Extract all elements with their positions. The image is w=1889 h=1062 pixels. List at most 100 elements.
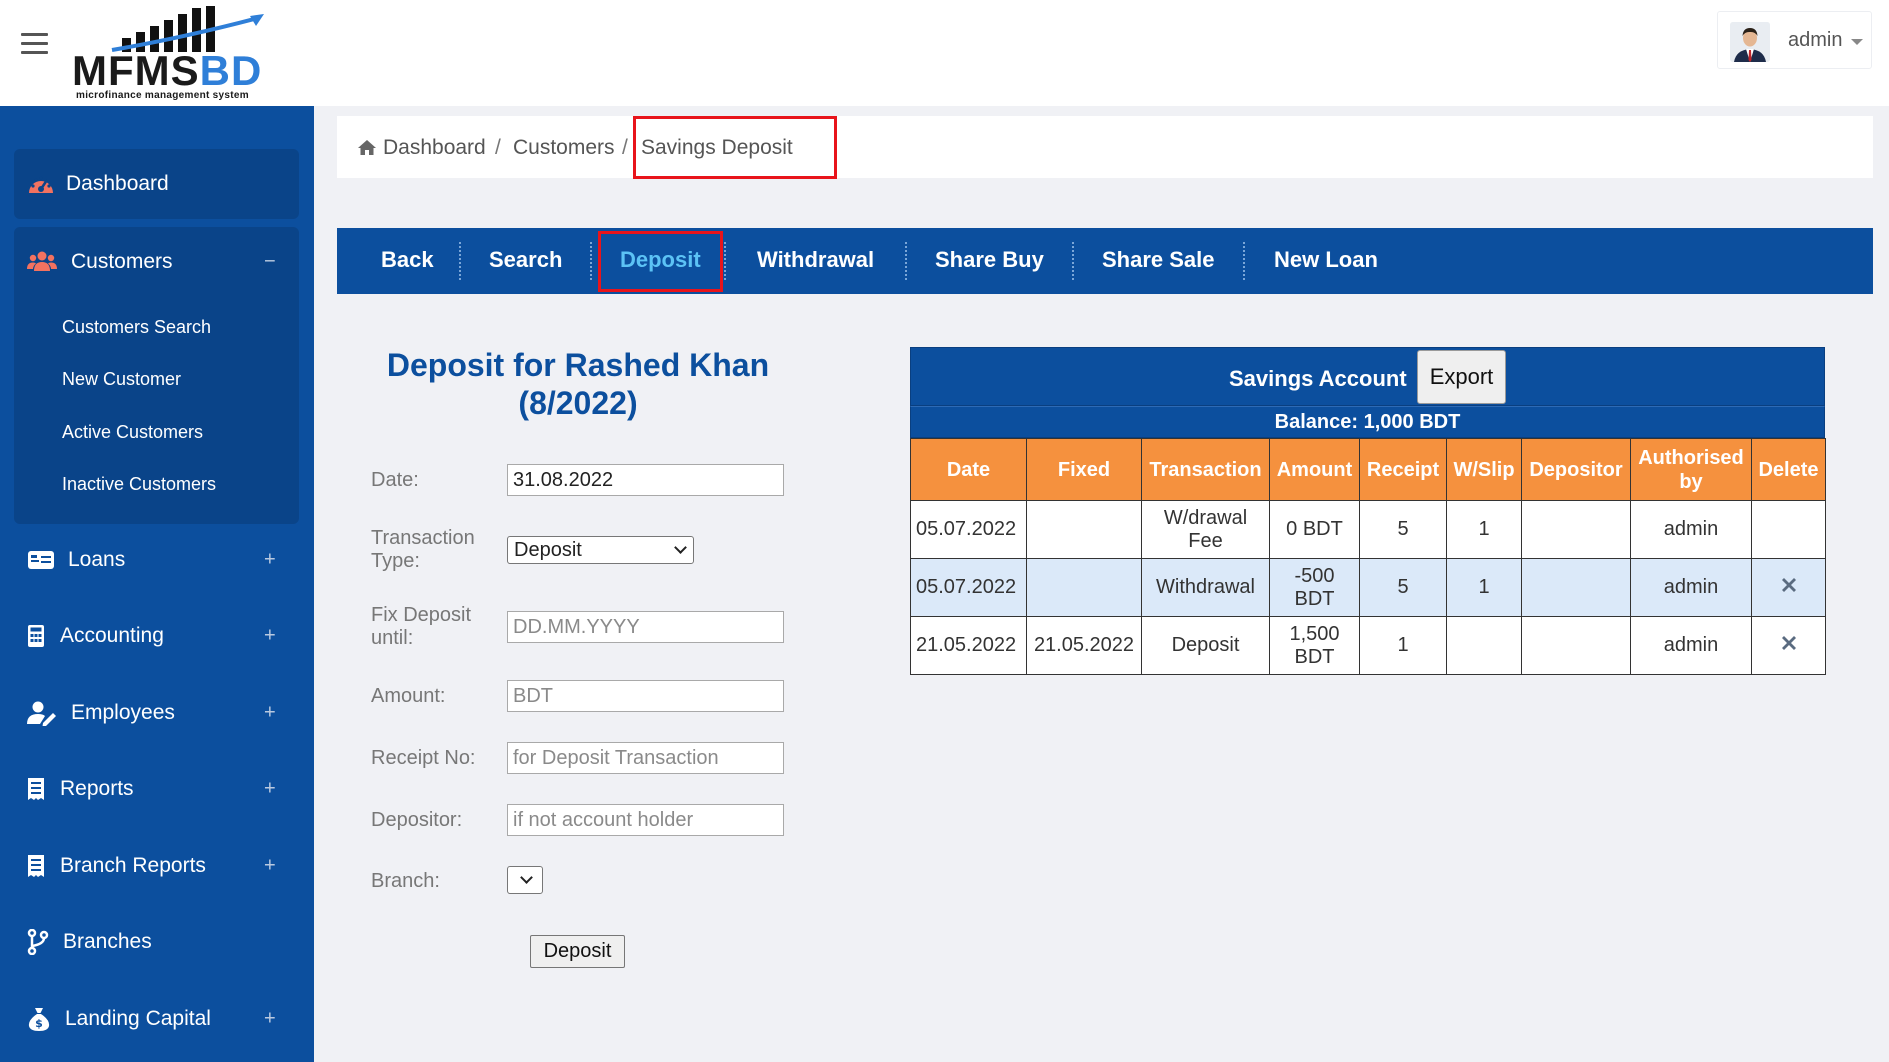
expand-icon[interactable]: + xyxy=(264,702,276,725)
cell-amount: 1,500 BDT xyxy=(1269,616,1360,675)
sidebar-item-customers[interactable]: Customers − xyxy=(0,232,314,292)
col-wslip[interactable]: W/Slip xyxy=(1446,438,1522,501)
fix-deposit-label: Fix Deposit until: xyxy=(371,604,471,650)
sidebar-item-branch-reports[interactable]: Branch Reports + xyxy=(0,836,314,896)
sidebar-item-accounting[interactable]: Accounting + xyxy=(0,606,314,666)
logo[interactable]: MFMSBD microfinance management system xyxy=(72,4,272,101)
cell-wslip: 1 xyxy=(1446,558,1522,617)
transaction-type-value: Deposit xyxy=(514,539,582,561)
depositor-input[interactable] xyxy=(507,804,784,836)
cell-transaction: W/drawal Fee xyxy=(1141,500,1270,559)
sidebar-item-label: Loans xyxy=(68,548,126,571)
money-bag-icon: $ xyxy=(28,1008,50,1031)
share-sale-button[interactable]: Share Sale xyxy=(1102,247,1215,273)
expand-icon[interactable]: + xyxy=(264,778,276,801)
amount-input[interactable] xyxy=(507,680,784,712)
action-divider xyxy=(1243,242,1245,280)
cell-date: 05.07.2022 xyxy=(910,558,1027,617)
user-avatar xyxy=(1730,22,1770,62)
action-divider xyxy=(724,242,726,280)
new-loan-button[interactable]: New Loan xyxy=(1274,247,1378,273)
cell-authorised: admin xyxy=(1630,616,1752,675)
chevron-down-icon xyxy=(520,871,533,884)
cell-amount: 0 BDT xyxy=(1269,500,1360,559)
expand-icon[interactable]: + xyxy=(264,1008,276,1031)
col-receipt[interactable]: Receipt xyxy=(1359,438,1447,501)
cell-depositor xyxy=(1521,500,1631,559)
collapse-icon[interactable]: − xyxy=(264,251,276,274)
deposit-submit-button[interactable]: Deposit xyxy=(530,935,625,968)
export-button[interactable]: Export xyxy=(1417,350,1506,404)
col-depositor[interactable]: Depositor xyxy=(1521,438,1631,501)
expand-icon[interactable]: + xyxy=(264,549,276,572)
form-title: Deposit for Rashed Khan (8/2022) xyxy=(338,346,818,422)
calculator-icon xyxy=(28,625,44,647)
sidebar-item-label: Branch Reports xyxy=(60,854,206,877)
expand-icon[interactable]: + xyxy=(264,625,276,648)
receipt-icon xyxy=(28,855,44,877)
balance-bar: Balance: 1,000 BDT xyxy=(910,406,1825,438)
branch-select[interactable] xyxy=(507,866,543,894)
table-row: 21.05.2022 21.05.2022 Deposit 1,500 BDT … xyxy=(910,616,1826,675)
action-divider xyxy=(905,242,907,280)
col-transaction[interactable]: Transaction xyxy=(1141,438,1270,501)
date-input[interactable] xyxy=(507,464,784,496)
col-amount[interactable]: Amount xyxy=(1269,438,1360,501)
cell-wslip xyxy=(1446,616,1522,675)
table-row: 05.07.2022 W/drawal Fee 0 BDT 5 1 admin xyxy=(910,500,1826,559)
highlight-box-breadcrumb xyxy=(633,116,837,179)
cell-receipt: 5 xyxy=(1359,558,1447,617)
expand-icon[interactable]: + xyxy=(264,855,276,878)
cell-depositor xyxy=(1521,616,1631,675)
share-buy-button[interactable]: Share Buy xyxy=(935,247,1044,273)
home-icon[interactable] xyxy=(357,139,377,156)
amount-label: Amount: xyxy=(371,685,446,707)
sidebar-item-landing-capital[interactable]: $ Landing Capital + xyxy=(0,989,314,1049)
sidebar-item-label: Employees xyxy=(71,701,175,724)
back-button[interactable]: Back xyxy=(381,247,434,273)
transaction-type-label-line2: Type: xyxy=(371,550,420,572)
sidebar-item-label: Accounting xyxy=(60,624,164,647)
delete-x-icon[interactable] xyxy=(1779,575,1799,595)
highlight-box-deposit xyxy=(598,231,723,292)
transaction-type-select[interactable]: Deposit xyxy=(507,536,694,564)
cell-date: 21.05.2022 xyxy=(910,616,1027,675)
fix-deposit-label-line1: Fix Deposit xyxy=(371,604,472,626)
receipt-input[interactable] xyxy=(507,742,784,774)
fix-deposit-input[interactable] xyxy=(507,611,784,643)
breadcrumb-dashboard[interactable]: Dashboard xyxy=(383,136,486,160)
col-date[interactable]: Date xyxy=(910,438,1027,501)
user-edit-icon xyxy=(27,701,56,726)
sidebar-item-loans[interactable]: Loans + xyxy=(0,530,314,590)
sidebar-sub-customers-search[interactable]: Customers Search xyxy=(62,317,211,338)
cell-fixed: 21.05.2022 xyxy=(1026,616,1142,675)
action-divider xyxy=(1072,242,1074,280)
table-row: 05.07.2022 Withdrawal -500 BDT 5 1 admin xyxy=(910,558,1826,617)
savings-account-panel: Savings Account Export Balance: 1,000 BD… xyxy=(910,347,1826,675)
sidebar-sub-inactive-customers[interactable]: Inactive Customers xyxy=(62,474,216,495)
depositor-label: Depositor: xyxy=(371,809,463,831)
cell-authorised: admin xyxy=(1630,500,1752,559)
hamburger-menu-icon[interactable] xyxy=(21,33,48,55)
caret-down-icon xyxy=(1851,39,1863,45)
sidebar-sub-new-customer[interactable]: New Customer xyxy=(62,369,181,390)
action-bar: Back Search Deposit Withdrawal Share Buy… xyxy=(337,228,1873,294)
col-authorised[interactable]: Authorised by xyxy=(1630,438,1752,501)
action-divider xyxy=(590,242,592,280)
cell-fixed xyxy=(1026,558,1142,617)
sidebar-item-employees[interactable]: Employees + xyxy=(0,683,314,743)
col-delete[interactable]: Delete xyxy=(1751,438,1826,501)
search-button[interactable]: Search xyxy=(489,247,562,273)
code-branch-icon xyxy=(27,929,49,955)
sidebar-item-reports[interactable]: Reports + xyxy=(0,759,314,819)
col-fixed[interactable]: Fixed xyxy=(1026,438,1142,501)
svg-text:$: $ xyxy=(35,1017,43,1030)
breadcrumb-customers[interactable]: Customers xyxy=(513,136,615,160)
logo-tagline: microfinance management system xyxy=(76,90,249,101)
delete-x-icon[interactable] xyxy=(1779,633,1799,653)
withdrawal-button[interactable]: Withdrawal xyxy=(757,247,874,273)
user-menu[interactable]: admin xyxy=(1717,11,1872,69)
sidebar-item-branches[interactable]: Branches xyxy=(0,912,314,972)
sidebar-sub-active-customers[interactable]: Active Customers xyxy=(62,422,203,443)
sidebar-item-dashboard[interactable]: Dashboard xyxy=(0,154,314,214)
